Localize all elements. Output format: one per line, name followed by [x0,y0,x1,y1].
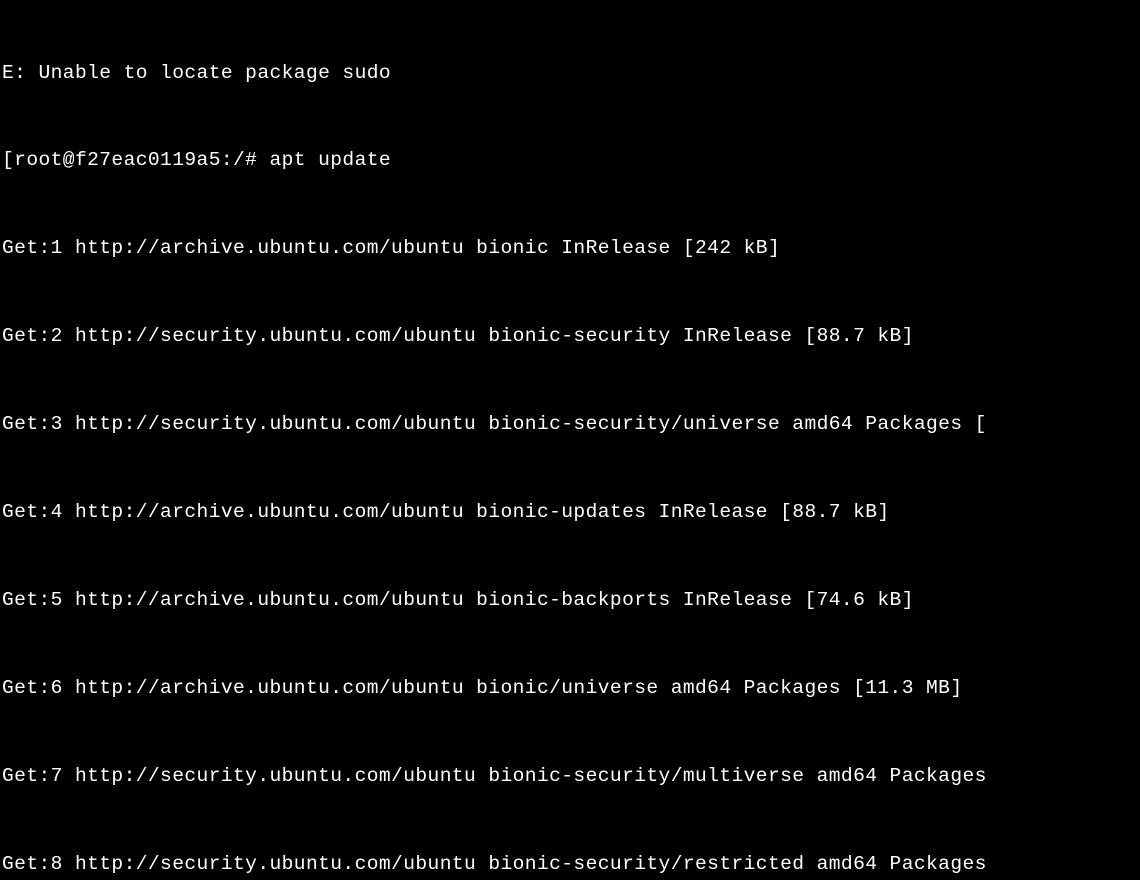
terminal-line: Get:6 http://archive.ubuntu.com/ubuntu b… [2,674,1140,703]
terminal-line: [root@f27eac0119a5:/# apt update [2,146,1140,175]
terminal-line: Get:5 http://archive.ubuntu.com/ubuntu b… [2,586,1140,615]
terminal-line: Get:7 http://security.ubuntu.com/ubuntu … [2,762,1140,791]
terminal-line: Get:3 http://security.ubuntu.com/ubuntu … [2,410,1140,439]
terminal-window[interactable]: E: Unable to locate package sudo [root@f… [0,0,1140,880]
terminal-line: Get:1 http://archive.ubuntu.com/ubuntu b… [2,234,1140,263]
terminal-line: Get:2 http://security.ubuntu.com/ubuntu … [2,322,1140,351]
terminal-line: Get:4 http://archive.ubuntu.com/ubuntu b… [2,498,1140,527]
terminal-line: E: Unable to locate package sudo [2,59,1140,88]
terminal-line: Get:8 http://security.ubuntu.com/ubuntu … [2,850,1140,879]
